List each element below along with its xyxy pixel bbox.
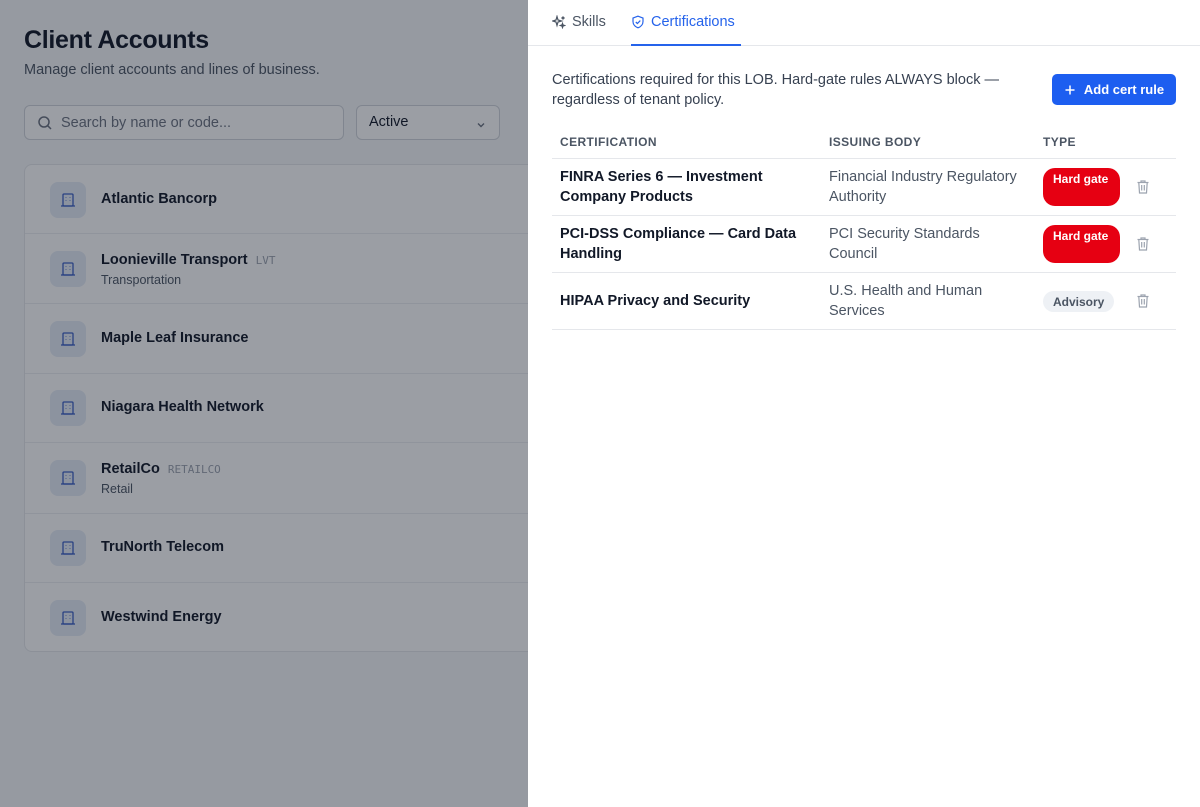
tab-skills-label: Skills: [572, 14, 606, 30]
issuing-body: PCI Security Standards Council: [829, 226, 980, 262]
hard-gate-badge: Hard gate: [1043, 225, 1120, 263]
certification-name: HIPAA Privacy and Security: [560, 293, 751, 309]
lob-drawer: Skills Certifications Certifications req…: [528, 0, 1200, 807]
issuing-body: Financial Industry Regulatory Authority: [829, 169, 1017, 205]
certification-name: FINRA Series 6 — Investment Company Prod…: [560, 169, 763, 205]
trash-icon[interactable]: [1136, 293, 1150, 309]
add-cert-rule-label: Add cert rule: [1083, 82, 1165, 97]
add-cert-rule-button[interactable]: Add cert rule: [1052, 74, 1176, 105]
tab-certifications-label: Certifications: [651, 14, 735, 30]
table-row: HIPAA Privacy and Security U.S. Health a…: [552, 273, 1176, 330]
tab-skills[interactable]: Skills: [552, 0, 606, 46]
drawer-tabs: Skills Certifications: [528, 0, 1200, 46]
certifications-intro: Certifications required for this LOB. Ha…: [552, 72, 999, 108]
column-header-certification: Certification: [560, 135, 657, 149]
advisory-badge: Advisory: [1043, 291, 1115, 312]
tab-certifications[interactable]: Certifications: [631, 0, 741, 46]
certifications-table: Certification Issuing Body Type FINRA Se…: [552, 124, 1176, 330]
issuing-body: U.S. Health and Human Services: [829, 283, 983, 319]
trash-icon[interactable]: [1136, 236, 1150, 252]
hard-gate-badge: Hard gate: [1043, 168, 1120, 206]
certification-name: PCI-DSS Compliance — Card Data Handling: [560, 226, 797, 262]
plus-icon: [1064, 84, 1076, 96]
table-row: FINRA Series 6 — Investment Company Prod…: [552, 159, 1176, 216]
shield-check-icon: [631, 15, 645, 29]
table-header: Certification Issuing Body Type: [552, 124, 1176, 159]
table-row: PCI-DSS Compliance — Card Data Handling …: [552, 216, 1176, 273]
sparkle-icon: [552, 15, 566, 29]
trash-icon[interactable]: [1136, 179, 1150, 195]
column-header-issuing-body: Issuing Body: [829, 135, 922, 149]
column-header-type: Type: [1043, 135, 1076, 149]
